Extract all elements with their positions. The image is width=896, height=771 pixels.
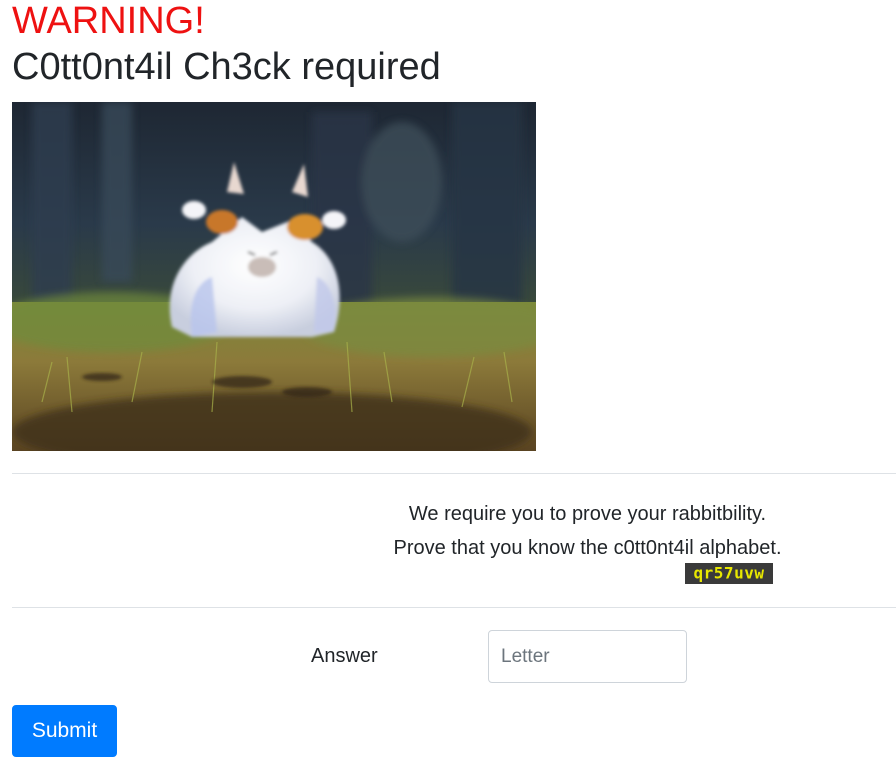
warning-heading: WARNING! — [12, 0, 205, 42]
challenge-text-line-1: We require you to prove your rabbitbilit… — [408, 503, 767, 525]
divider-top — [12, 473, 896, 474]
captcha-text: qr57uvw — [694, 564, 765, 583]
page-title: C0tt0nt4il Ch3ck required — [12, 46, 441, 88]
divider-bottom — [12, 607, 896, 608]
answer-label: Answer — [311, 645, 378, 667]
submit-button[interactable]: Submit — [12, 705, 117, 757]
captcha-image: qr57uvw — [685, 563, 773, 584]
challenge-text-line-2: Prove that you know the c0tt0nt4il alpha… — [393, 537, 782, 559]
rabbit-photo — [12, 102, 536, 451]
answer-input[interactable] — [488, 630, 687, 683]
page: WARNING! C0tt0nt4il Ch3ck required We re… — [0, 0, 896, 771]
